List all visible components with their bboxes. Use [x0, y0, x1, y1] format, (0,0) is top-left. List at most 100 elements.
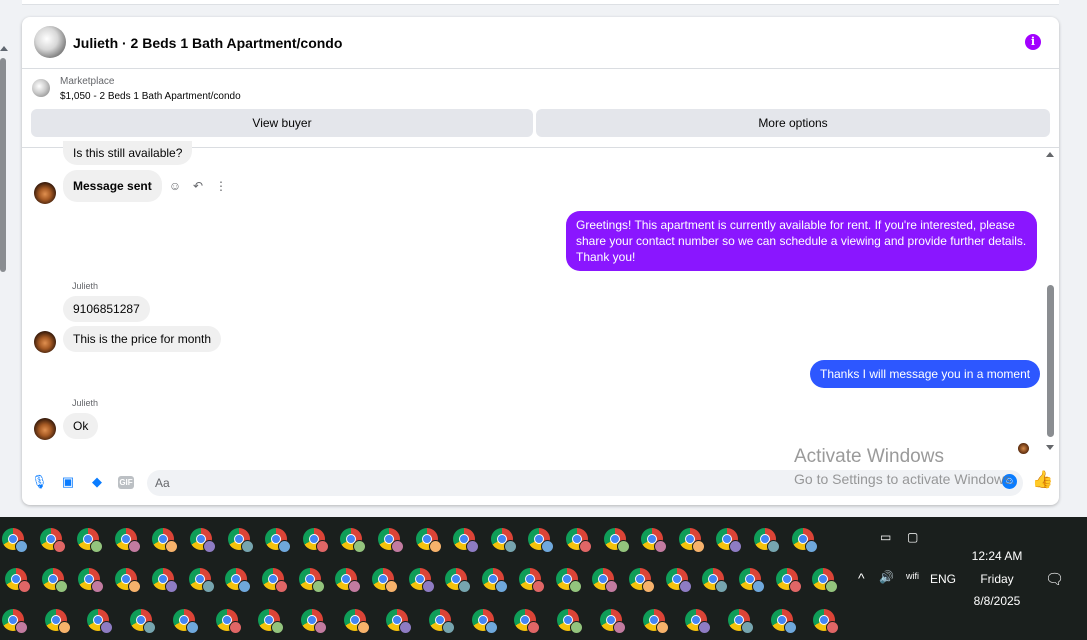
chrome-taskbar-icon[interactable]: [265, 528, 291, 553]
chrome-taskbar-icon[interactable]: [115, 528, 141, 553]
chrome-taskbar-icon[interactable]: [2, 528, 28, 553]
chrome-taskbar-icon[interactable]: [641, 528, 667, 553]
chrome-taskbar-icon[interactable]: [335, 568, 361, 593]
chat-avatar[interactable]: [34, 26, 66, 58]
message-incoming[interactable]: This is the price for month: [63, 326, 222, 352]
volume-icon[interactable]: 🔊: [879, 570, 894, 584]
chrome-taskbar-icon[interactable]: [378, 528, 404, 553]
chrome-taskbar-icon[interactable]: [776, 568, 802, 593]
chrome-taskbar-icon[interactable]: [702, 568, 728, 593]
chrome-taskbar-icon[interactable]: [258, 609, 284, 634]
chrome-taskbar-icon[interactable]: [386, 609, 412, 634]
chrome-taskbar-icon[interactable]: [42, 568, 68, 593]
chrome-taskbar-icon[interactable]: [152, 568, 178, 593]
chrome-taskbar-icon[interactable]: [416, 528, 442, 553]
chrome-taskbar-icon[interactable]: [600, 609, 626, 634]
chrome-taskbar-icon[interactable]: [813, 609, 839, 634]
photo-icon[interactable]: ▣: [60, 474, 76, 490]
chrome-taskbar-icon[interactable]: [685, 609, 711, 634]
chrome-taskbar-icon[interactable]: [519, 568, 545, 593]
chrome-taskbar-icon[interactable]: [228, 528, 254, 553]
like-icon[interactable]: 👍: [1032, 470, 1053, 490]
message-incoming[interactable]: 9106851287: [63, 296, 150, 322]
listing-thumbnail[interactable]: [32, 79, 50, 97]
chrome-taskbar-icon[interactable]: [445, 568, 471, 593]
chrome-taskbar-icon[interactable]: [301, 609, 327, 634]
chrome-taskbar-icon[interactable]: [491, 528, 517, 553]
chrome-taskbar-icon[interactable]: [2, 609, 28, 634]
chrome-taskbar-icon[interactable]: [115, 568, 141, 593]
message-incoming[interactable]: Is this still available?: [63, 141, 193, 165]
chrome-taskbar-icon[interactable]: [754, 528, 780, 553]
reply-icon[interactable]: ↶: [191, 179, 205, 193]
wifi-icon[interactable]: wifi: [906, 571, 919, 581]
chrome-taskbar-icon[interactable]: [429, 609, 455, 634]
page-scrollbar[interactable]: [0, 58, 6, 272]
sticker-icon[interactable]: ◆: [89, 474, 105, 490]
chrome-taskbar-icon[interactable]: [556, 568, 582, 593]
sender-avatar[interactable]: [34, 418, 56, 440]
chrome-taskbar-icon[interactable]: [262, 568, 288, 593]
chrome-taskbar-icon[interactable]: [514, 609, 540, 634]
chrome-taskbar-icon[interactable]: [299, 568, 325, 593]
page-scroll-up-arrow-icon[interactable]: [0, 46, 8, 51]
message-incoming[interactable]: Message sent: [63, 170, 162, 202]
chrome-taskbar-icon[interactable]: [482, 568, 508, 593]
message-outgoing[interactable]: Greetings! This apartment is currently a…: [566, 211, 1037, 271]
chrome-taskbar-icon[interactable]: [173, 609, 199, 634]
chrome-taskbar-icon[interactable]: [40, 528, 66, 553]
chrome-taskbar-icon[interactable]: [5, 568, 31, 593]
chrome-taskbar-icon[interactable]: [604, 528, 630, 553]
chrome-taskbar-icon[interactable]: [189, 568, 215, 593]
gif-icon[interactable]: GIF: [118, 476, 134, 489]
chrome-taskbar-icon[interactable]: [679, 528, 705, 553]
chrome-taskbar-icon[interactable]: [303, 528, 329, 553]
chrome-taskbar-icon[interactable]: [344, 609, 370, 634]
chat-scrollbar-thumb[interactable]: [1047, 285, 1054, 437]
chrome-taskbar-icon[interactable]: [372, 568, 398, 593]
sender-avatar[interactable]: [34, 331, 56, 353]
view-buyer-button[interactable]: View buyer: [31, 109, 533, 137]
chrome-taskbar-icon[interactable]: [592, 568, 618, 593]
info-icon[interactable]: i: [1025, 34, 1041, 50]
notification-icon[interactable]: 🗨: [1045, 570, 1064, 588]
chrome-taskbar-icon[interactable]: [130, 609, 156, 634]
chrome-taskbar-icon[interactable]: [792, 528, 818, 553]
chrome-taskbar-icon[interactable]: [216, 609, 242, 634]
chat-scroll-up-arrow-icon[interactable]: [1046, 152, 1054, 157]
chrome-taskbar-icon[interactable]: [409, 568, 435, 593]
chrome-taskbar-icon[interactable]: [340, 528, 366, 553]
chrome-taskbar-icon[interactable]: [78, 568, 104, 593]
more-options-button[interactable]: More options: [536, 109, 1050, 137]
chrome-taskbar-icon[interactable]: [152, 528, 178, 553]
chrome-taskbar-icon[interactable]: [666, 568, 692, 593]
chrome-taskbar-icon[interactable]: [716, 528, 742, 553]
chat-title[interactable]: Julieth · 2 Beds 1 Bath Apartment/condo: [73, 35, 342, 51]
clock-day[interactable]: Friday: [952, 572, 1042, 586]
chrome-taskbar-icon[interactable]: [528, 528, 554, 553]
chrome-taskbar-icon[interactable]: [87, 609, 113, 634]
chrome-taskbar-icon[interactable]: [472, 609, 498, 634]
battery-icon[interactable]: ▭: [880, 530, 891, 544]
chrome-taskbar-icon[interactable]: [453, 528, 479, 553]
chrome-taskbar-icon[interactable]: [739, 568, 765, 593]
listing-price-title[interactable]: $1,050 - 2 Beds 1 Bath Apartment/condo: [60, 91, 241, 102]
chrome-taskbar-icon[interactable]: [566, 528, 592, 553]
chat-scroll-down-arrow-icon[interactable]: [1046, 445, 1054, 450]
chrome-taskbar-icon[interactable]: [643, 609, 669, 634]
sender-avatar[interactable]: [34, 182, 56, 204]
chrome-taskbar-icon[interactable]: [812, 568, 838, 593]
chrome-taskbar-icon[interactable]: [77, 528, 103, 553]
chevron-up-icon[interactable]: ^: [858, 570, 865, 586]
chrome-taskbar-icon[interactable]: [45, 609, 71, 634]
chrome-taskbar-icon[interactable]: [629, 568, 655, 593]
clock-date[interactable]: 8/8/2025: [952, 594, 1042, 608]
mic-icon[interactable]: 🎙: [31, 474, 48, 490]
react-icon[interactable]: ☺: [168, 179, 182, 193]
message-incoming[interactable]: Ok: [63, 413, 99, 439]
clock-time[interactable]: 12:24 AM: [952, 549, 1042, 563]
camera-icon[interactable]: ▢: [907, 530, 918, 544]
chrome-taskbar-icon[interactable]: [728, 609, 754, 634]
chrome-taskbar-icon[interactable]: [225, 568, 251, 593]
chrome-taskbar-icon[interactable]: [771, 609, 797, 634]
